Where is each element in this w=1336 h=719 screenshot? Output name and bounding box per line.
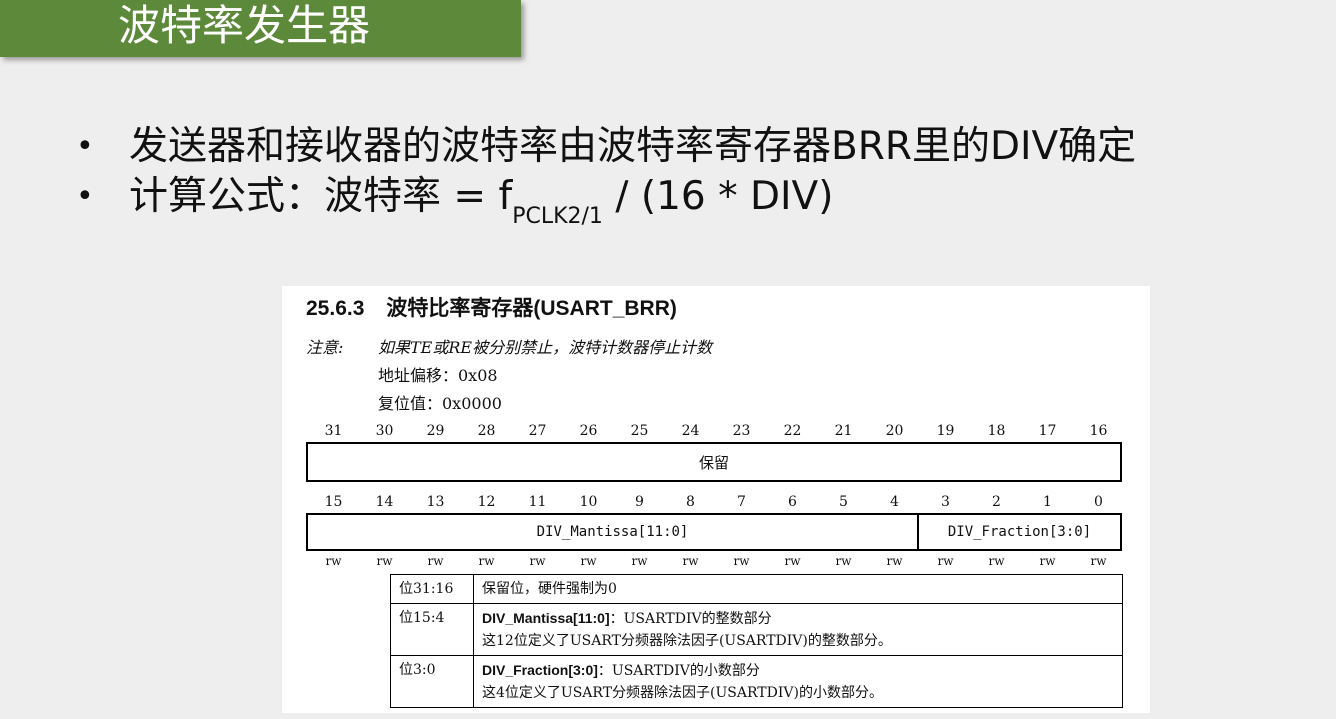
bit-number: 8 [686,494,695,510]
bit-number: 12 [477,494,496,510]
bit-number: 25 [630,423,649,439]
section-title: 波特比率寄存器(USART_BRR) [386,297,677,320]
table-row: 位3:0 DIV_Fraction[3:0]：USARTDIV的小数部分 这4位… [390,655,1123,708]
access-type: rw [937,554,954,568]
formula-prefix: 计算公式：波特率 = f [129,174,513,219]
access-type: rw [1090,554,1107,568]
bit-number: 31 [324,423,343,439]
bit-number: 6 [788,494,797,510]
bit-number: 22 [783,423,802,439]
summary-text: ：USARTDIV的整数部分 [609,611,772,627]
div-fraction-field: DIV_Fraction[3:0] [917,515,1120,549]
access-type: rw [733,554,750,568]
bit-number: 19 [936,423,955,439]
table-row: 位31:16 保留位，硬件强制为0 [390,574,1123,604]
bit-number: 23 [732,423,751,439]
note-text: 如果TE或RE被分别禁止，波特计数器停止计数 [378,338,713,357]
access-type: rw [376,554,393,568]
access-type: rw [325,554,342,568]
bit-number: 28 [477,423,496,439]
high-bit-numbers: 31 30 29 28 27 26 25 24 23 22 21 20 19 1… [308,422,1124,440]
note-label: 注意: [306,338,344,357]
summary-text: ：USARTDIV的小数部分 [597,663,760,679]
bullet-dot-icon: • [76,129,94,164]
bit-number: 15 [324,494,343,510]
access-type: rw [682,554,699,568]
bit-number: 29 [426,423,445,439]
register-figure: 25.6.3 波特比率寄存器(USART_BRR) 注意: 如果TE或RE被分别禁… [282,286,1150,713]
access-type: rw [529,554,546,568]
description-summary: DIV_Fraction[3:0]：USARTDIV的小数部分 [482,659,1114,682]
title-band: 波特率发生器 [0,0,521,57]
bit-number: 5 [839,494,848,510]
bit-number: 24 [681,423,700,439]
bit-number: 4 [890,494,899,510]
formula-subscript: PCLK2/1 [512,204,603,229]
access-type: rw [478,554,495,568]
formula-text: 计算公式：波特率 = fPCLK2/1 / (16 * DIV) [129,174,833,240]
low-fields-box: DIV_Mantissa[11:0] DIV_Fraction[3:0] [306,513,1122,551]
reset-value: 复位值：0x0000 [378,394,502,413]
description-cell: 保留位，硬件强制为0 [473,574,1123,604]
section-number: 25.6.3 [306,297,365,320]
bit-number: 14 [375,494,394,510]
field-name: DIV_Mantissa[11:0] [482,610,610,626]
bit-number: 2 [992,494,1001,510]
bit-number: 1 [1043,494,1052,510]
access-type: rw [784,554,801,568]
description-cell: DIV_Mantissa[11:0]：USARTDIV的整数部分 这12位定义了… [473,603,1123,656]
description-detail: 这4位定义了USART分频器除法因子(USARTDIV)的小数部分。 [482,685,883,701]
bit-number: 10 [579,494,598,510]
bit-description-table: 位31:16 保留位，硬件强制为0 位15:4 DIV_Mantissa[11:… [390,574,1123,708]
bit-number: 7 [737,494,746,510]
description-detail: 这12位定义了USART分频器除法因子(USARTDIV)的整数部分。 [482,633,892,649]
bit-range-cell: 位31:16 [390,574,474,604]
reserved-field-box: 保留 [306,442,1122,482]
formula-suffix: / (16 * DIV) [602,174,834,219]
access-type: rw [580,554,597,568]
field-name: DIV_Fraction[3:0] [482,662,598,678]
access-type: rw [988,554,1005,568]
slide-title: 波特率发生器 [118,1,371,50]
access-type: rw [427,554,444,568]
access-type: rw [1039,554,1056,568]
description-cell: DIV_Fraction[3:0]：USARTDIV的小数部分 这4位定义了US… [473,655,1123,708]
bit-number: 17 [1038,423,1057,439]
reserved-field: 保留 [698,453,729,472]
bit-number: 18 [987,423,1006,439]
low-bit-numbers: 15 14 13 12 11 10 9 8 7 6 5 4 3 2 1 0 [308,493,1124,511]
table-row: 位15:4 DIV_Mantissa[11:0]：USARTDIV的整数部分 这… [390,603,1123,656]
bit-number: 11 [528,494,547,510]
bit-range-cell: 位3:0 [390,655,474,708]
access-type: rw [631,554,648,568]
section-heading: 25.6.3 波特比率寄存器(USART_BRR) [306,292,677,322]
bit-number: 20 [885,423,904,439]
access-row: rw rw rw rw rw rw rw rw rw rw rw rw rw r… [308,552,1124,570]
bit-range-cell: 位15:4 [390,603,474,656]
bit-number: 21 [834,423,853,439]
bullet-dot-icon: • [76,179,94,214]
bit-number: 13 [426,494,445,510]
bit-number: 0 [1094,494,1103,510]
bit-number: 27 [528,423,547,439]
bit-number: 9 [635,494,644,510]
div-mantissa-field: DIV_Mantissa[11:0] [536,524,689,540]
description-summary: DIV_Mantissa[11:0]：USARTDIV的整数部分 [482,607,1114,630]
access-type: rw [886,554,903,568]
bullet-text: 发送器和接收器的波特率由波特率寄存器BRR里的DIV确定 [129,124,1137,169]
access-type: rw [835,554,852,568]
bit-number: 26 [579,423,598,439]
bit-number: 16 [1089,423,1108,439]
bit-number: 3 [941,494,950,510]
bit-number: 30 [375,423,394,439]
address-offset: 地址偏移：0x08 [378,366,498,385]
